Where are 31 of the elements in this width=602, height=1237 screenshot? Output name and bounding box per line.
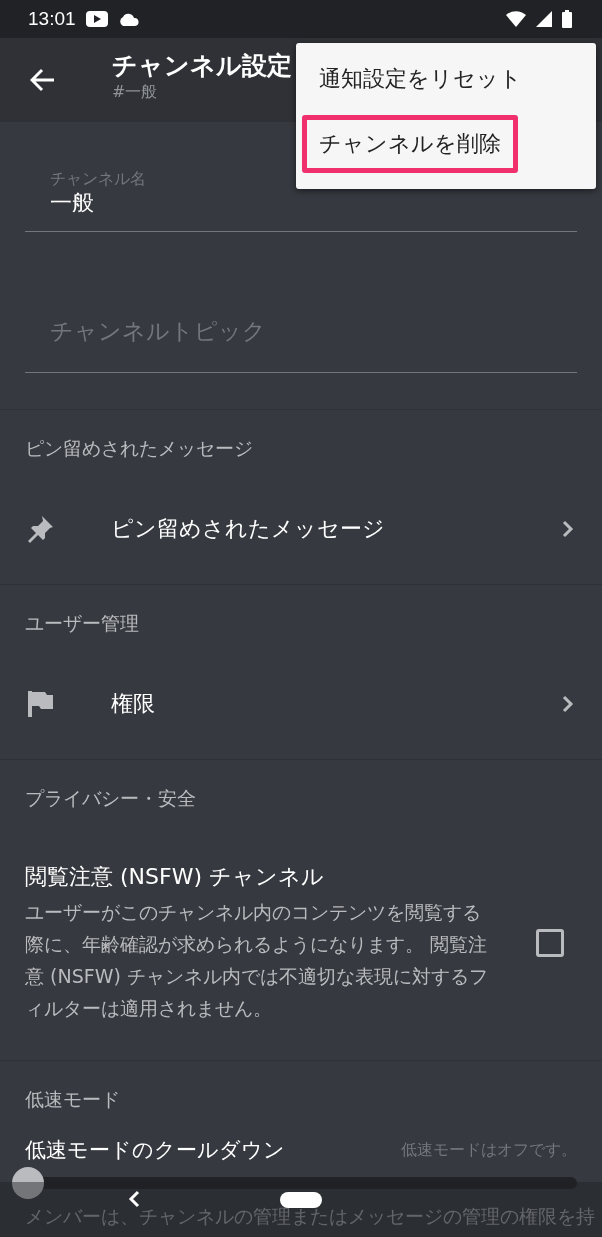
channel-subtitle: #一般 — [112, 82, 159, 103]
chevron-right-icon — [562, 520, 574, 538]
setting-title: 閲覧注意 (NSFW) チャンネル — [25, 863, 325, 891]
play-icon — [85, 11, 108, 27]
status-time: 13:01 — [28, 8, 76, 30]
settings-row[interactable]: ピン留めされたメッセージ — [25, 474, 577, 584]
signal-icon — [536, 11, 552, 27]
section-heading: プライバシー・安全 — [25, 786, 197, 811]
wifi-icon — [506, 11, 526, 27]
settings-row[interactable]: 権限 — [25, 649, 577, 759]
menu-item[interactable]: チャンネルを削除 — [302, 115, 518, 173]
section-heading: ユーザー管理 — [25, 611, 140, 636]
menu-item[interactable]: 通知設定をリセット — [302, 51, 539, 107]
channel-name-field[interactable]: 一般 — [25, 190, 577, 215]
chevron-right-icon — [562, 695, 574, 713]
setting-title: 低速モードのクールダウン — [25, 1137, 285, 1164]
back-arrow-icon[interactable] — [30, 68, 56, 92]
cloud-icon — [117, 12, 140, 26]
back-nav-icon[interactable] — [128, 1190, 140, 1208]
section-heading: 低速モード — [25, 1087, 121, 1112]
checkbox[interactable] — [536, 929, 564, 957]
flag-icon — [25, 689, 55, 719]
home-pill[interactable] — [280, 1192, 322, 1208]
battery-icon — [562, 10, 572, 28]
channel-topic-field[interactable]: チャンネルトピック — [25, 318, 577, 344]
screen-title: チャンネル設定 — [112, 50, 292, 82]
section-heading: ピン留めされたメッセージ — [25, 436, 254, 461]
slider-thumb[interactable] — [12, 1167, 44, 1199]
slider-reading: 低速モードはオフです。 — [401, 1139, 577, 1161]
field-label: チャンネル名 — [49, 169, 147, 190]
setting-description: ユーザーがこのチャンネル内のコンテンツを閲覧する際に、年齢確認が求められるようになります。 閲覧注意 (NSFW) チャンネル内では不適切な表現に対するフィルターは適用されません。 — [25, 900, 489, 1021]
